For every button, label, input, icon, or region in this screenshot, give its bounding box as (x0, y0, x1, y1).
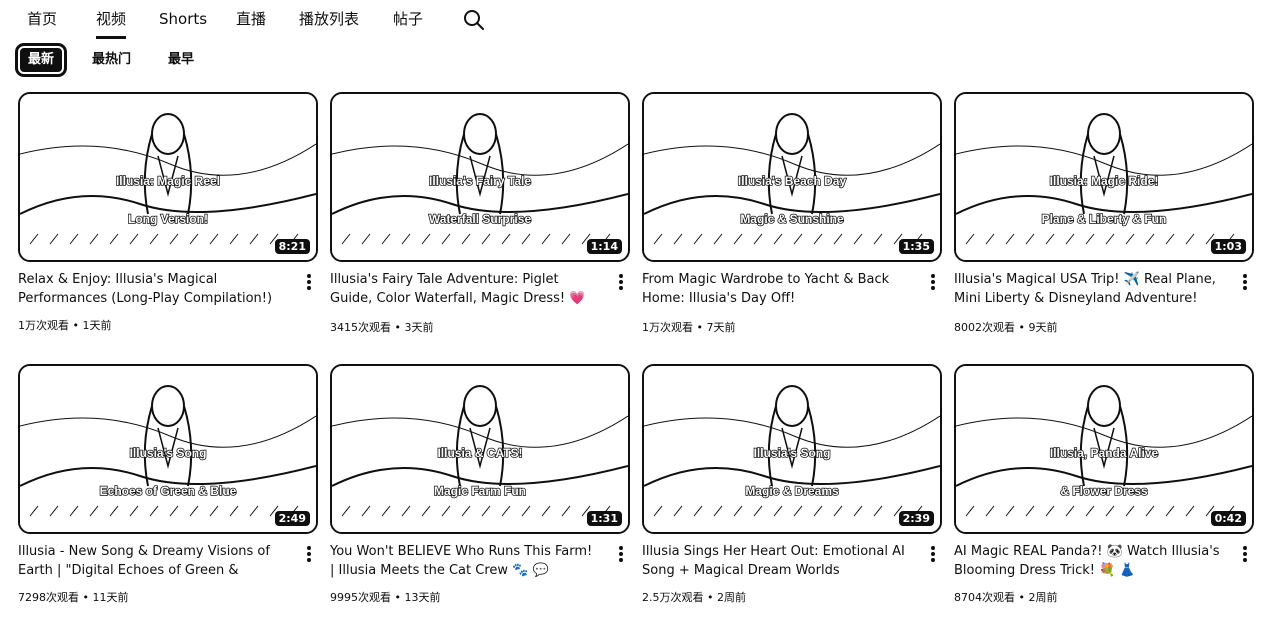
video-card[interactable]: Illusia's Song Magic & Dreams 2:39 Illusia … (642, 364, 942, 624)
channel-tabs: 首页 视频 Shorts 直播 播放列表 帖子 (0, 0, 1280, 44)
video-title[interactable]: From Magic Wardrobe to Yacht & Back Home… (642, 270, 912, 308)
thumbnail-title-line2: & Flower Dress (1060, 483, 1149, 499)
duration-badge: 1:35 (898, 239, 934, 254)
thumbnail-title-line1: Illusia's Fairy Tale (428, 173, 532, 189)
video-card[interactable]: Illusia's Fairy Tale Waterfall Surprise 1:… (330, 92, 630, 352)
video-meta: 9995次观看 • 13天前 (330, 591, 441, 604)
more-options-icon[interactable] (926, 272, 940, 292)
thumbnail-title-line1: Illusia's Song (753, 445, 831, 461)
duration-badge: 2:39 (898, 511, 934, 526)
video-thumbnail[interactable]: Illusia: Magic Ride! Plane & Liberty & Fu… (954, 92, 1254, 262)
video-title[interactable]: Illusia - New Song & Dreamy Visions of E… (18, 542, 288, 580)
video-meta: 7298次观看 • 11天前 (18, 591, 129, 604)
search-button[interactable] (462, 8, 486, 32)
video-thumbnail[interactable]: Illusia's Fairy Tale Waterfall Surprise 1:… (330, 92, 630, 262)
video-thumbnail[interactable]: Illusia & CATS! Magic Farm Fun 1:31 (330, 364, 630, 534)
video-meta: 3415次观看 • 3天前 (330, 321, 434, 334)
tab-home[interactable]: 首页 (27, 8, 57, 36)
duration-badge: 1:14 (586, 239, 622, 254)
thumbnail-title-line1: Illusia's Song (129, 445, 207, 461)
video-card[interactable]: Illusia, Panda Alive & Flower Dress 0:42 AI… (954, 364, 1254, 624)
video-title[interactable]: You Won't BELIEVE Who Runs This Farm! | … (330, 542, 600, 580)
video-thumbnail[interactable]: Illusia's Beach Day Magic & Sunshine 1:35 (642, 92, 942, 262)
thumbnail-title-line2: Plane & Liberty & Fun (1041, 211, 1167, 227)
thumbnail-title-line2: Echoes of Green & Blue (99, 483, 237, 499)
duration-badge: 1:31 (586, 511, 622, 526)
more-options-icon[interactable] (926, 544, 940, 564)
video-card[interactable]: Illusia & CATS! Magic Farm Fun 1:31 You Won… (330, 364, 630, 624)
video-title[interactable]: Illusia Sings Her Heart Out: Emotional A… (642, 542, 912, 580)
thumbnail-title-line1: Illusia, Panda Alive (1049, 445, 1159, 461)
chip-oldest[interactable]: 最早 (158, 46, 204, 74)
thumbnail-title-line1: Illusia: Magic Ride! (1049, 173, 1159, 189)
search-icon (464, 10, 484, 30)
more-options-icon[interactable] (614, 544, 628, 564)
duration-badge: 0:42 (1210, 511, 1246, 526)
more-options-icon[interactable] (302, 272, 316, 292)
thumbnail-title-line2: Magic & Dreams (745, 483, 840, 499)
video-meta: 2.5万次观看 • 2周前 (642, 591, 746, 604)
video-title[interactable]: Illusia's Fairy Tale Adventure: Piglet G… (330, 270, 600, 308)
thumbnail-title-line2: Magic Farm Fun (433, 483, 527, 499)
video-meta: 8002次观看 • 9天前 (954, 321, 1058, 334)
more-options-icon[interactable] (1238, 272, 1252, 292)
video-thumbnail[interactable]: Illusia's Song Magic & Dreams 2:39 (642, 364, 942, 534)
video-title[interactable]: Illusia's Magical USA Trip! ✈️ Real Plan… (954, 270, 1224, 308)
tab-videos[interactable]: 视频 (96, 8, 127, 39)
more-options-icon[interactable] (614, 272, 628, 292)
chip-latest[interactable]: 最新 (18, 46, 65, 74)
video-meta: 1万次观看 • 7天前 (642, 321, 736, 334)
video-thumbnail[interactable]: Illusia, Panda Alive & Flower Dress 0:42 (954, 364, 1254, 534)
video-meta: 8704次观看 • 2周前 (954, 591, 1058, 604)
video-card[interactable]: Illusia's Beach Day Magic & Sunshine 1:35 F… (642, 92, 942, 352)
thumbnail-title-line2: Waterfall Surprise (428, 211, 532, 227)
chip-popular[interactable]: 最热门 (82, 46, 141, 74)
tab-playlists[interactable]: 播放列表 (299, 8, 359, 36)
thumbnail-title-line2: Magic & Sunshine (740, 211, 845, 227)
duration-badge: 8:21 (274, 239, 310, 254)
thumbnail-title-line1: Illusia & CATS! (437, 445, 524, 461)
more-options-icon[interactable] (302, 544, 316, 564)
tab-posts[interactable]: 帖子 (393, 8, 423, 36)
video-title[interactable]: Relax & Enjoy: Illusia's Magical Perform… (18, 270, 288, 308)
tab-live[interactable]: 直播 (236, 8, 266, 36)
tab-shorts[interactable]: Shorts (159, 8, 207, 36)
duration-badge: 1:03 (1210, 239, 1246, 254)
more-options-icon[interactable] (1238, 544, 1252, 564)
video-thumbnail[interactable]: Illusia: Magic Reel Long Version! 8:21 (18, 92, 318, 262)
video-card[interactable]: Illusia: Magic Ride! Plane & Liberty & Fu… (954, 92, 1254, 352)
thumbnail-title-line1: Illusia: Magic Reel (115, 173, 221, 189)
duration-badge: 2:49 (274, 511, 310, 526)
thumbnail-title-line1: Illusia's Beach Day (737, 173, 847, 189)
video-title[interactable]: AI Magic REAL Panda?! 🐼 Watch Illusia's … (954, 542, 1224, 580)
video-card[interactable]: Illusia's Song Echoes of Green & Blue 2:49… (18, 364, 318, 624)
thumbnail-title-line2: Long Version! (127, 211, 209, 227)
video-thumbnail[interactable]: Illusia's Song Echoes of Green & Blue 2:49 (18, 364, 318, 534)
video-card[interactable]: Illusia: Magic Reel Long Version! 8:21 Rela… (18, 92, 318, 352)
video-meta: 1万次观看 • 1天前 (18, 319, 112, 332)
